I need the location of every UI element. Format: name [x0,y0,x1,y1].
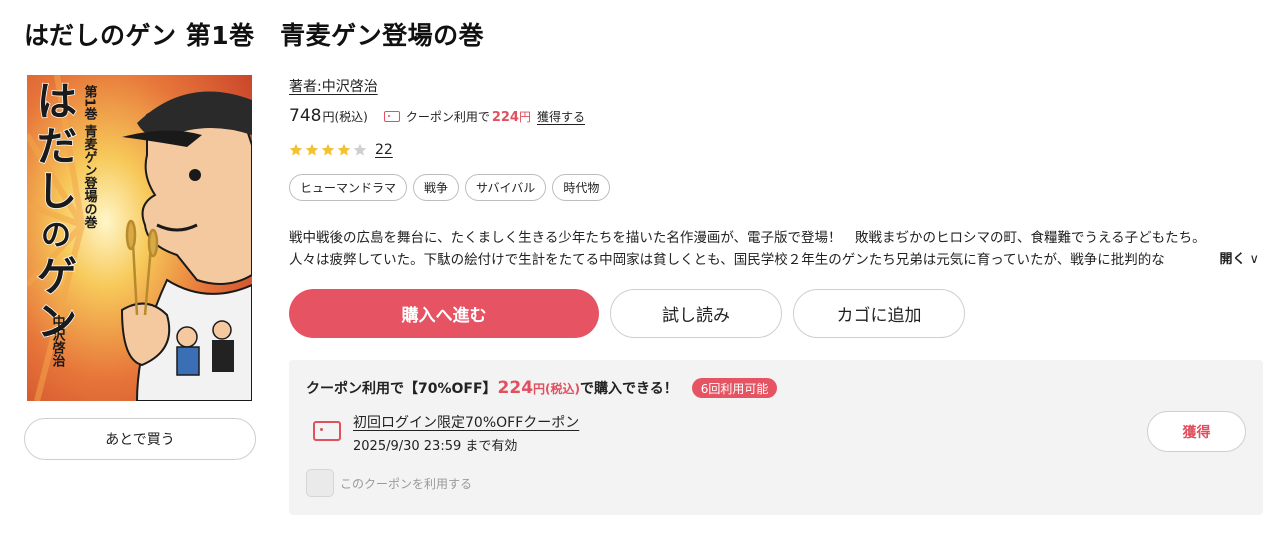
book-cover-image[interactable]: は だ し の ゲ ン 第1巻 青麦ゲン登場の巻 中沢啓治 [27,75,252,401]
coupon-head-unit: 円(税込) [533,381,581,396]
star-filled-icon [289,143,303,156]
buy-later-button[interactable]: あとで買う [24,418,256,460]
cover-illustration: は だ し の ゲ ン 第1巻 青麦ゲン登場の巻 中沢啓治 [27,75,252,401]
coupon-ticket-icon [313,421,341,441]
coupon-head-prefix: クーポン利用で【70%OFF】 [306,381,497,397]
description-line-2: 人々は疲弊していた。下駄の絵付けで生計をたてる中岡家は貧しくとも、国民学校２年生… [289,252,1165,268]
expand-label: 開く [1219,252,1246,267]
cover-vertical-title-ha: は [37,79,77,125]
description-line-1: 戦中戦後の広島を舞台に、たくましく生きる少年たちを描いた名作漫画が、電子版で登場… [289,230,1206,246]
cover-vertical-title-ge: ゲ [37,254,77,300]
tag-human-drama[interactable]: ヒューマンドラマ [289,174,408,201]
cover-vertical-title-no: の [41,218,71,253]
star-rating [289,143,369,157]
expand-description-toggle[interactable]: 開く ∨ [1215,249,1259,271]
trial-read-button[interactable]: 試し読み [610,289,782,338]
coupon-panel: クーポン利用で【70%OFF】 224 円(税込) で購入できる！ 6回利用可能… [289,360,1263,515]
author-link[interactable]: 著者:中沢啓治 [289,76,378,96]
price-value: 748 [289,106,322,126]
star-filled-icon [305,143,319,156]
coupon-headline: クーポン利用で【70%OFF】 224 円(税込) で購入できる！ 6回利用可能 [306,378,778,398]
star-filled-icon [321,143,335,156]
coupon-head-price: 224 [497,378,534,398]
cover-vertical-title-shi: し [37,169,77,215]
acquire-coupon-button[interactable]: 獲得 [1147,411,1246,452]
coupon-name-link[interactable]: 初回ログイン限定70%OFFクーポン [353,412,579,432]
star-filled-icon [337,143,351,156]
review-count-link[interactable]: 22 [375,142,393,158]
tag-war[interactable]: 戦争 [413,174,460,201]
coupon-price: 224 [491,110,519,125]
page-title: はだしのゲン 第1巻 青麦ゲン登場の巻 [24,21,485,50]
price-unit: 円(税込) [322,110,368,124]
cover-volume-caption: 第1巻 青麦ゲン登場の巻 [82,84,99,230]
coupon-expiry: 2025/9/30 23:59 まで有効 [353,439,518,454]
coupon-icon [383,111,400,122]
cover-author-caption: 中沢啓治 [50,314,66,368]
description: 戦中戦後の広島を舞台に、たくましく生きる少年たちを描いた名作漫画が、電子版で登場… [289,227,1259,271]
genre-tags: ヒューマンドラマ 戦争 サバイバル 時代物 [289,174,611,201]
use-coupon-checkbox-label: このクーポンを利用する [340,477,473,491]
cover-vertical-title-da: だ [37,124,77,170]
chevron-down-icon: ∨ [1249,252,1259,267]
tag-period[interactable]: 時代物 [552,174,611,201]
coupon-unit: 円 [518,110,531,124]
usage-count-badge: 6回利用可能 [691,378,778,398]
tag-survival[interactable]: サバイバル [465,174,547,201]
rating-row: 22 [289,142,393,158]
star-empty-icon [353,143,367,156]
get-coupon-link[interactable]: 獲得する [537,108,585,125]
use-coupon-checkbox[interactable] [306,469,334,497]
price-row: 748 円(税込) クーポン利用で 224 円 獲得する [289,106,585,126]
proceed-to-purchase-button[interactable]: 購入へ進む [289,289,599,338]
coupon-head-suffix: で購入できる！ [580,381,678,397]
coupon-text: クーポン利用で [405,110,490,124]
add-to-cart-button[interactable]: カゴに追加 [793,289,965,338]
